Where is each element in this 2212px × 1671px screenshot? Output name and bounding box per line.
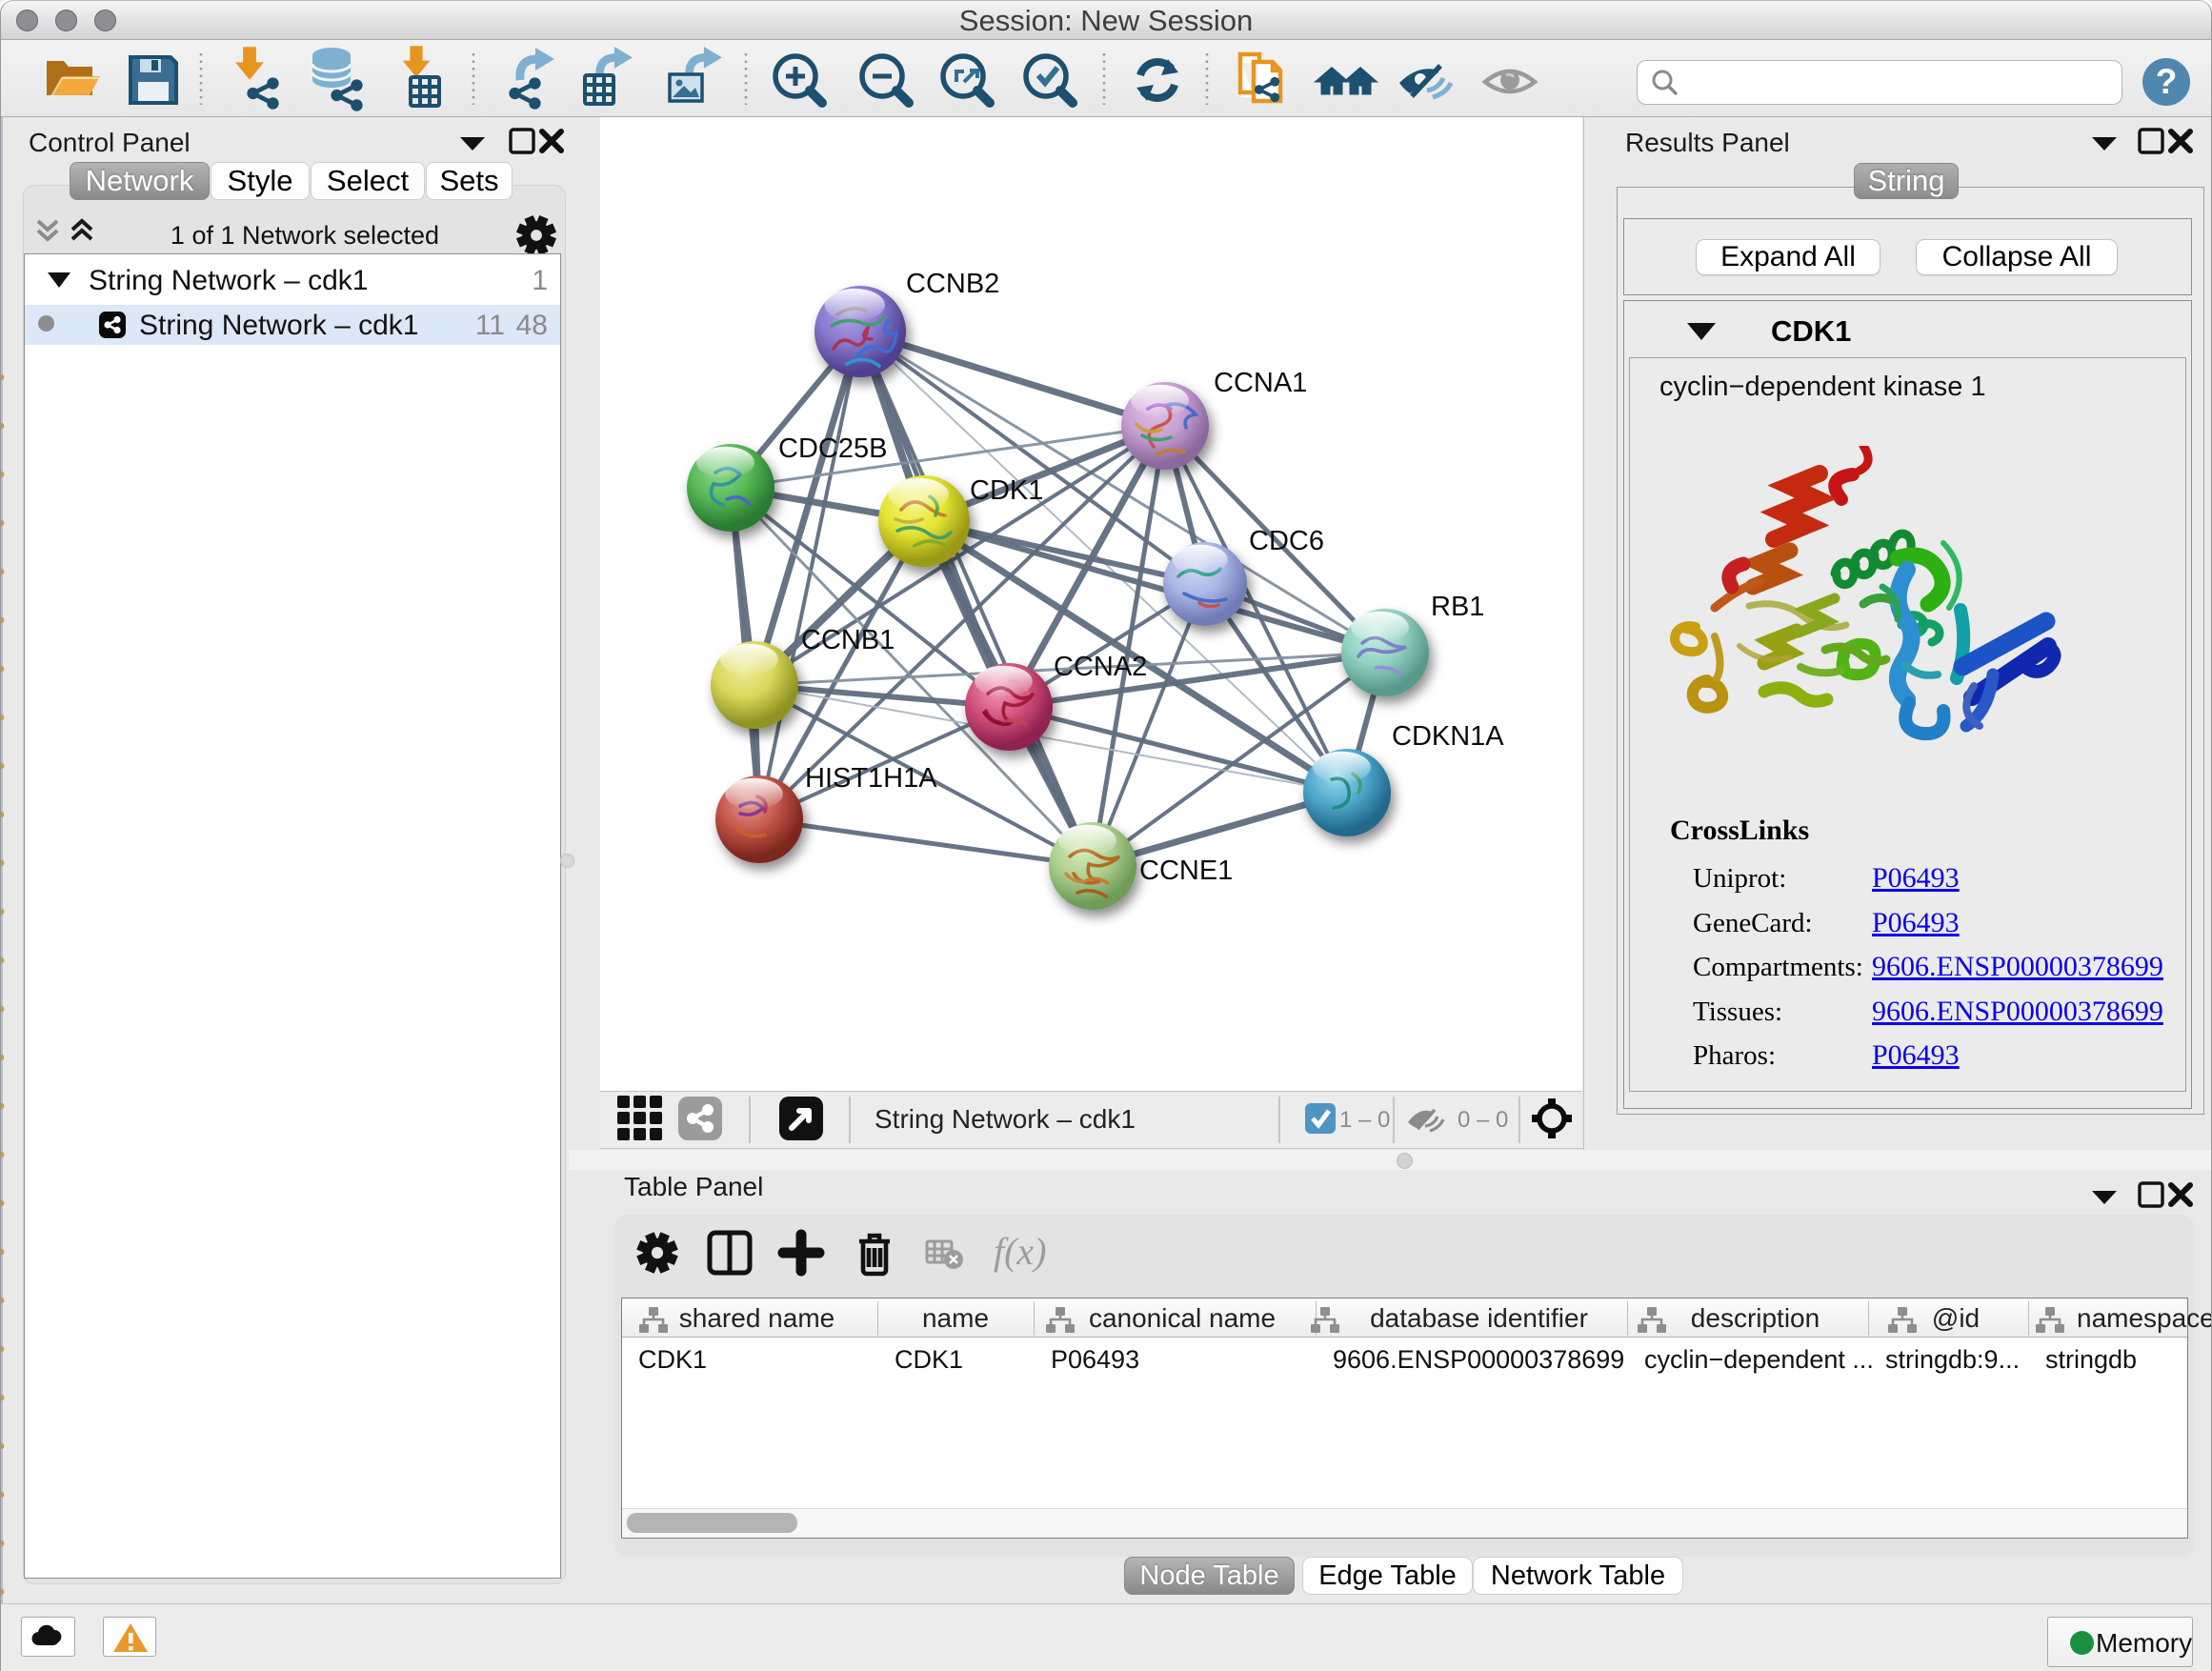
svg-text:CCNB2: CCNB2 <box>906 269 999 299</box>
svg-text:CCNA1: CCNA1 <box>1214 368 1307 398</box>
svg-text:0 – 0: 0 – 0 <box>1458 1107 1508 1133</box>
svg-text:CDK1: CDK1 <box>970 475 1043 506</box>
svg-text:CDKN1A: CDKN1A <box>1392 721 1504 752</box>
svg-text:1 – 0: 1 – 0 <box>1339 1107 1390 1133</box>
svg-text:CCNE1: CCNE1 <box>1139 856 1233 886</box>
svg-text:CCNA2: CCNA2 <box>1054 652 1147 682</box>
svg-text:CCNB1: CCNB1 <box>801 625 895 655</box>
svg-text:String Network – cdk1: String Network – cdk1 <box>875 1104 1136 1134</box>
svg-text:HIST1H1A: HIST1H1A <box>805 763 937 794</box>
svg-text:f(x): f(x) <box>994 1230 1047 1273</box>
svg-text:RB1: RB1 <box>1431 592 1484 622</box>
svg-text:CDC25B: CDC25B <box>778 433 887 464</box>
svg-text:CDC6: CDC6 <box>1249 526 1324 556</box>
